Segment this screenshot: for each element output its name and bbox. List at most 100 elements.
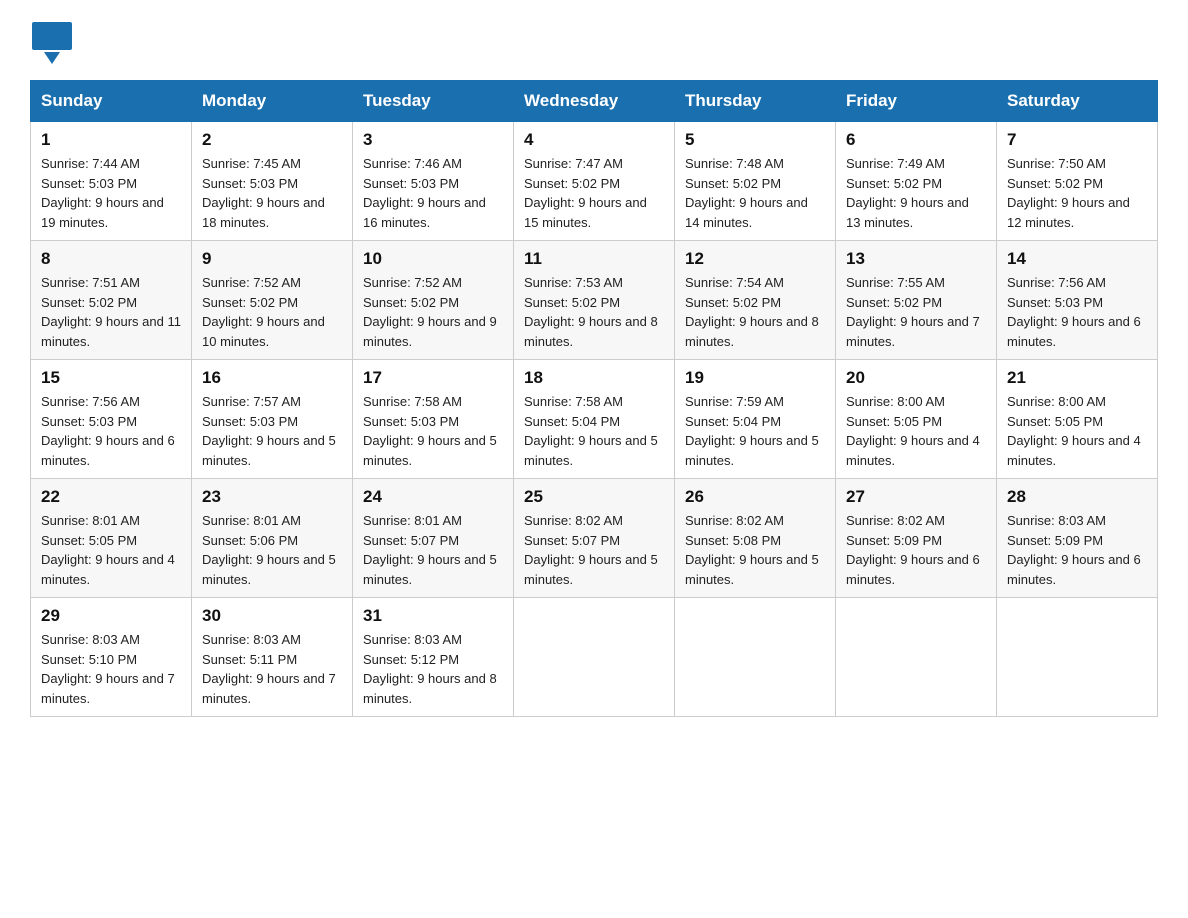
calendar-week-row: 15 Sunrise: 7:56 AM Sunset: 5:03 PM Dayl… <box>31 360 1158 479</box>
column-header-thursday: Thursday <box>675 81 836 122</box>
day-number: 2 <box>202 130 342 150</box>
calendar-cell: 11 Sunrise: 7:53 AM Sunset: 5:02 PM Dayl… <box>514 241 675 360</box>
day-info: Sunrise: 7:50 AM Sunset: 5:02 PM Dayligh… <box>1007 154 1147 232</box>
calendar-cell <box>514 598 675 717</box>
calendar-cell: 1 Sunrise: 7:44 AM Sunset: 5:03 PM Dayli… <box>31 122 192 241</box>
calendar-cell <box>997 598 1158 717</box>
day-number: 23 <box>202 487 342 507</box>
calendar-week-row: 29 Sunrise: 8:03 AM Sunset: 5:10 PM Dayl… <box>31 598 1158 717</box>
calendar-cell: 21 Sunrise: 8:00 AM Sunset: 5:05 PM Dayl… <box>997 360 1158 479</box>
calendar-cell: 20 Sunrise: 8:00 AM Sunset: 5:05 PM Dayl… <box>836 360 997 479</box>
logo-area <box>30 20 78 64</box>
day-info: Sunrise: 7:54 AM Sunset: 5:02 PM Dayligh… <box>685 273 825 351</box>
header <box>30 20 1158 64</box>
calendar-cell: 9 Sunrise: 7:52 AM Sunset: 5:02 PM Dayli… <box>192 241 353 360</box>
day-number: 18 <box>524 368 664 388</box>
day-info: Sunrise: 7:45 AM Sunset: 5:03 PM Dayligh… <box>202 154 342 232</box>
day-number: 14 <box>1007 249 1147 269</box>
calendar-cell: 25 Sunrise: 8:02 AM Sunset: 5:07 PM Dayl… <box>514 479 675 598</box>
calendar-cell <box>675 598 836 717</box>
day-number: 4 <box>524 130 664 150</box>
day-info: Sunrise: 7:46 AM Sunset: 5:03 PM Dayligh… <box>363 154 503 232</box>
day-info: Sunrise: 7:44 AM Sunset: 5:03 PM Dayligh… <box>41 154 181 232</box>
calendar-cell: 30 Sunrise: 8:03 AM Sunset: 5:11 PM Dayl… <box>192 598 353 717</box>
calendar-cell: 31 Sunrise: 8:03 AM Sunset: 5:12 PM Dayl… <box>353 598 514 717</box>
day-number: 1 <box>41 130 181 150</box>
calendar-cell: 28 Sunrise: 8:03 AM Sunset: 5:09 PM Dayl… <box>997 479 1158 598</box>
calendar-cell: 19 Sunrise: 7:59 AM Sunset: 5:04 PM Dayl… <box>675 360 836 479</box>
calendar-cell: 17 Sunrise: 7:58 AM Sunset: 5:03 PM Dayl… <box>353 360 514 479</box>
logo <box>30 20 78 64</box>
calendar-cell: 10 Sunrise: 7:52 AM Sunset: 5:02 PM Dayl… <box>353 241 514 360</box>
logo-icon <box>30 20 74 64</box>
day-number: 10 <box>363 249 503 269</box>
day-number: 31 <box>363 606 503 626</box>
day-info: Sunrise: 8:01 AM Sunset: 5:06 PM Dayligh… <box>202 511 342 589</box>
day-info: Sunrise: 8:01 AM Sunset: 5:07 PM Dayligh… <box>363 511 503 589</box>
calendar-week-row: 22 Sunrise: 8:01 AM Sunset: 5:05 PM Dayl… <box>31 479 1158 598</box>
day-info: Sunrise: 8:03 AM Sunset: 5:12 PM Dayligh… <box>363 630 503 708</box>
day-number: 21 <box>1007 368 1147 388</box>
day-number: 19 <box>685 368 825 388</box>
day-number: 5 <box>685 130 825 150</box>
day-info: Sunrise: 7:49 AM Sunset: 5:02 PM Dayligh… <box>846 154 986 232</box>
day-info: Sunrise: 7:56 AM Sunset: 5:03 PM Dayligh… <box>1007 273 1147 351</box>
day-info: Sunrise: 7:48 AM Sunset: 5:02 PM Dayligh… <box>685 154 825 232</box>
day-number: 9 <box>202 249 342 269</box>
calendar-table: SundayMondayTuesdayWednesdayThursdayFrid… <box>30 80 1158 717</box>
calendar-cell: 14 Sunrise: 7:56 AM Sunset: 5:03 PM Dayl… <box>997 241 1158 360</box>
day-number: 17 <box>363 368 503 388</box>
day-info: Sunrise: 8:02 AM Sunset: 5:09 PM Dayligh… <box>846 511 986 589</box>
calendar-cell: 16 Sunrise: 7:57 AM Sunset: 5:03 PM Dayl… <box>192 360 353 479</box>
calendar-cell: 23 Sunrise: 8:01 AM Sunset: 5:06 PM Dayl… <box>192 479 353 598</box>
day-info: Sunrise: 7:47 AM Sunset: 5:02 PM Dayligh… <box>524 154 664 232</box>
calendar-week-row: 1 Sunrise: 7:44 AM Sunset: 5:03 PM Dayli… <box>31 122 1158 241</box>
calendar-cell: 5 Sunrise: 7:48 AM Sunset: 5:02 PM Dayli… <box>675 122 836 241</box>
day-number: 6 <box>846 130 986 150</box>
day-number: 16 <box>202 368 342 388</box>
day-info: Sunrise: 7:55 AM Sunset: 5:02 PM Dayligh… <box>846 273 986 351</box>
column-header-friday: Friday <box>836 81 997 122</box>
day-info: Sunrise: 7:51 AM Sunset: 5:02 PM Dayligh… <box>41 273 181 351</box>
day-number: 11 <box>524 249 664 269</box>
day-info: Sunrise: 7:56 AM Sunset: 5:03 PM Dayligh… <box>41 392 181 470</box>
day-info: Sunrise: 8:01 AM Sunset: 5:05 PM Dayligh… <box>41 511 181 589</box>
day-info: Sunrise: 8:03 AM Sunset: 5:10 PM Dayligh… <box>41 630 181 708</box>
day-number: 27 <box>846 487 986 507</box>
day-number: 28 <box>1007 487 1147 507</box>
calendar-cell: 4 Sunrise: 7:47 AM Sunset: 5:02 PM Dayli… <box>514 122 675 241</box>
calendar-cell: 6 Sunrise: 7:49 AM Sunset: 5:02 PM Dayli… <box>836 122 997 241</box>
day-number: 26 <box>685 487 825 507</box>
calendar-cell: 12 Sunrise: 7:54 AM Sunset: 5:02 PM Dayl… <box>675 241 836 360</box>
day-info: Sunrise: 7:59 AM Sunset: 5:04 PM Dayligh… <box>685 392 825 470</box>
column-header-sunday: Sunday <box>31 81 192 122</box>
day-number: 15 <box>41 368 181 388</box>
day-number: 20 <box>846 368 986 388</box>
calendar-cell: 24 Sunrise: 8:01 AM Sunset: 5:07 PM Dayl… <box>353 479 514 598</box>
calendar-cell: 27 Sunrise: 8:02 AM Sunset: 5:09 PM Dayl… <box>836 479 997 598</box>
column-header-wednesday: Wednesday <box>514 81 675 122</box>
day-info: Sunrise: 8:03 AM Sunset: 5:11 PM Dayligh… <box>202 630 342 708</box>
calendar-cell: 22 Sunrise: 8:01 AM Sunset: 5:05 PM Dayl… <box>31 479 192 598</box>
day-number: 24 <box>363 487 503 507</box>
day-info: Sunrise: 8:03 AM Sunset: 5:09 PM Dayligh… <box>1007 511 1147 589</box>
day-info: Sunrise: 7:57 AM Sunset: 5:03 PM Dayligh… <box>202 392 342 470</box>
column-header-saturday: Saturday <box>997 81 1158 122</box>
day-info: Sunrise: 7:52 AM Sunset: 5:02 PM Dayligh… <box>202 273 342 351</box>
day-number: 8 <box>41 249 181 269</box>
calendar-cell: 3 Sunrise: 7:46 AM Sunset: 5:03 PM Dayli… <box>353 122 514 241</box>
calendar-cell: 29 Sunrise: 8:03 AM Sunset: 5:10 PM Dayl… <box>31 598 192 717</box>
day-info: Sunrise: 8:00 AM Sunset: 5:05 PM Dayligh… <box>1007 392 1147 470</box>
column-header-monday: Monday <box>192 81 353 122</box>
day-number: 25 <box>524 487 664 507</box>
day-number: 29 <box>41 606 181 626</box>
calendar-cell: 2 Sunrise: 7:45 AM Sunset: 5:03 PM Dayli… <box>192 122 353 241</box>
calendar-cell: 15 Sunrise: 7:56 AM Sunset: 5:03 PM Dayl… <box>31 360 192 479</box>
day-number: 12 <box>685 249 825 269</box>
calendar-cell: 8 Sunrise: 7:51 AM Sunset: 5:02 PM Dayli… <box>31 241 192 360</box>
calendar-week-row: 8 Sunrise: 7:51 AM Sunset: 5:02 PM Dayli… <box>31 241 1158 360</box>
calendar-header-row: SundayMondayTuesdayWednesdayThursdayFrid… <box>31 81 1158 122</box>
day-info: Sunrise: 7:53 AM Sunset: 5:02 PM Dayligh… <box>524 273 664 351</box>
day-number: 22 <box>41 487 181 507</box>
day-info: Sunrise: 8:02 AM Sunset: 5:08 PM Dayligh… <box>685 511 825 589</box>
